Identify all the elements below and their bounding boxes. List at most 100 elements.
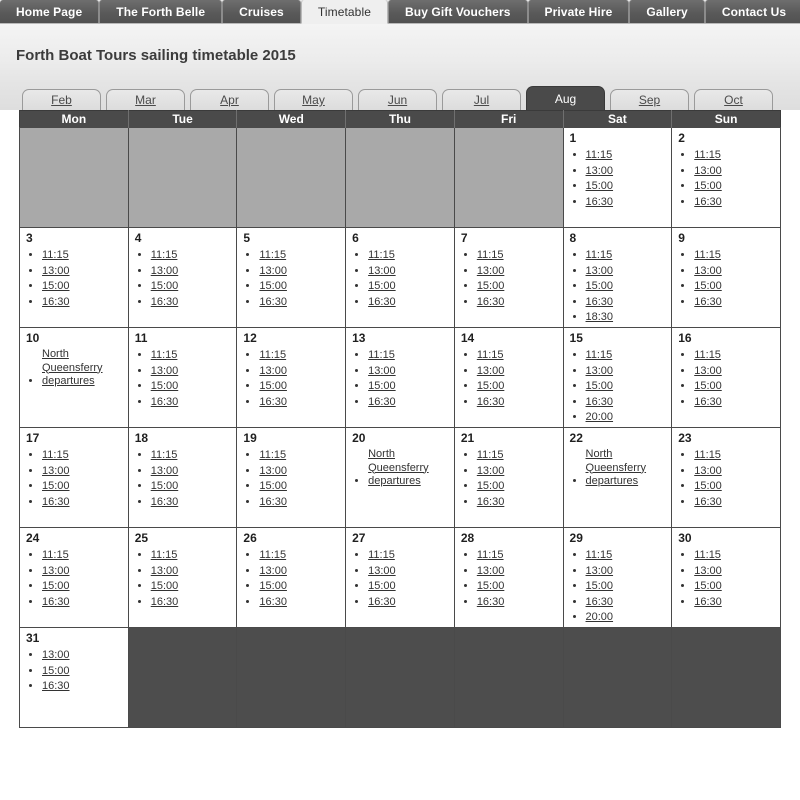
sailing-time-link[interactable]: 11:15: [586, 149, 613, 161]
sailing-time-link[interactable]: 15:00: [259, 280, 287, 292]
sailing-time-link[interactable]: 11:15: [477, 349, 504, 361]
sailing-time-link[interactable]: 11:15: [694, 149, 721, 161]
sailing-time-link[interactable]: 13:00: [42, 465, 70, 477]
sailing-time-link[interactable]: 11:15: [259, 549, 286, 561]
sailing-time-link[interactable]: 11:15: [42, 549, 69, 561]
sailing-time-link[interactable]: 13:00: [694, 465, 722, 477]
sailing-time-link[interactable]: 16:30: [42, 296, 70, 308]
sailing-time-link[interactable]: 13:00: [694, 165, 722, 177]
sailing-time-link[interactable]: 16:30: [694, 396, 722, 408]
sailing-time-link[interactable]: 11:15: [694, 349, 721, 361]
sailing-time-link[interactable]: 18:30: [586, 311, 614, 323]
sailing-time-link[interactable]: 11:15: [151, 449, 178, 461]
nav-item-gallery[interactable]: Gallery: [629, 0, 705, 23]
sailing-time-link[interactable]: 15:00: [694, 380, 722, 392]
sailing-time-link[interactable]: 16:30: [259, 296, 287, 308]
sailing-time-link[interactable]: 11:15: [694, 449, 721, 461]
sailing-time-link[interactable]: 13:00: [586, 165, 614, 177]
sailing-time-link[interactable]: 16:30: [368, 296, 396, 308]
sailing-time-link[interactable]: 11:15: [151, 549, 178, 561]
sailing-time-link[interactable]: 13:00: [586, 365, 614, 377]
month-tab-jun[interactable]: Jun: [358, 89, 437, 110]
sailing-time-link[interactable]: 15:00: [42, 580, 70, 592]
sailing-time-link[interactable]: 16:30: [368, 596, 396, 608]
sailing-time-link[interactable]: 13:00: [259, 265, 287, 277]
sailing-time-link[interactable]: 11:15: [586, 349, 613, 361]
sailing-time-link[interactable]: 15:00: [586, 280, 614, 292]
sailing-time-link[interactable]: 15:00: [694, 280, 722, 292]
sailing-time-link[interactable]: 16:30: [694, 496, 722, 508]
sailing-time-link[interactable]: 16:30: [42, 596, 70, 608]
sailing-time-link[interactable]: 13:00: [42, 649, 70, 661]
sailing-time-link[interactable]: 15:00: [42, 480, 70, 492]
sailing-time-link[interactable]: 16:30: [694, 296, 722, 308]
sailing-time-link[interactable]: 13:00: [42, 565, 70, 577]
sailing-time-link[interactable]: 16:30: [42, 496, 70, 508]
sailing-time-link[interactable]: 11:15: [477, 249, 504, 261]
nav-item-buy-gift-vouchers[interactable]: Buy Gift Vouchers: [388, 0, 528, 23]
sailing-time-link[interactable]: 16:30: [151, 396, 179, 408]
sailing-time-link[interactable]: 11:15: [42, 249, 69, 261]
nav-item-the-forth-belle[interactable]: The Forth Belle: [99, 0, 223, 23]
sailing-time-link[interactable]: 13:00: [42, 265, 70, 277]
sailing-time-link[interactable]: 13:00: [151, 265, 179, 277]
sailing-time-link[interactable]: 16:30: [586, 596, 614, 608]
sailing-time-link[interactable]: 16:30: [477, 496, 505, 508]
sailing-time-link[interactable]: 16:30: [477, 596, 505, 608]
sailing-time-link[interactable]: 13:00: [368, 365, 396, 377]
sailing-time-link[interactable]: 16:30: [694, 196, 722, 208]
sailing-time-link[interactable]: 15:00: [259, 580, 287, 592]
sailing-time-link[interactable]: 13:00: [477, 465, 505, 477]
north-queensferry-departures-link[interactable]: North Queensferry departures: [586, 448, 658, 489]
sailing-time-link[interactable]: 16:30: [259, 596, 287, 608]
sailing-time-link[interactable]: 13:00: [259, 465, 287, 477]
sailing-time-link[interactable]: 15:00: [694, 180, 722, 192]
sailing-time-link[interactable]: 11:15: [368, 249, 395, 261]
sailing-time-link[interactable]: 15:00: [259, 380, 287, 392]
sailing-time-link[interactable]: 13:00: [586, 265, 614, 277]
month-tab-aug[interactable]: Aug: [526, 86, 605, 110]
sailing-time-link[interactable]: 13:00: [151, 565, 179, 577]
nav-item-home-page[interactable]: Home Page: [0, 0, 100, 23]
sailing-time-link[interactable]: 20:00: [586, 611, 614, 623]
sailing-time-link[interactable]: 20:00: [586, 411, 614, 423]
sailing-time-link[interactable]: 13:00: [151, 365, 179, 377]
sailing-time-link[interactable]: 15:00: [586, 180, 614, 192]
sailing-time-link[interactable]: 11:15: [586, 549, 613, 561]
sailing-time-link[interactable]: 15:00: [477, 280, 505, 292]
month-tab-feb[interactable]: Feb: [22, 89, 101, 110]
sailing-time-link[interactable]: 16:30: [586, 296, 614, 308]
nav-item-timetable[interactable]: Timetable: [300, 0, 388, 24]
sailing-time-link[interactable]: 15:00: [42, 665, 70, 677]
sailing-time-link[interactable]: 15:00: [586, 380, 614, 392]
sailing-time-link[interactable]: 11:15: [368, 349, 395, 361]
sailing-time-link[interactable]: 15:00: [259, 480, 287, 492]
sailing-time-link[interactable]: 15:00: [368, 280, 396, 292]
sailing-time-link[interactable]: 15:00: [42, 280, 70, 292]
sailing-time-link[interactable]: 13:00: [259, 565, 287, 577]
sailing-time-link[interactable]: 15:00: [477, 580, 505, 592]
sailing-time-link[interactable]: 11:15: [586, 249, 613, 261]
sailing-time-link[interactable]: 16:30: [477, 296, 505, 308]
sailing-time-link[interactable]: 16:30: [151, 496, 179, 508]
sailing-time-link[interactable]: 13:00: [586, 565, 614, 577]
nav-item-private-hire[interactable]: Private Hire: [527, 0, 630, 23]
month-tab-mar[interactable]: Mar: [106, 89, 185, 110]
sailing-time-link[interactable]: 16:30: [586, 196, 614, 208]
sailing-time-link[interactable]: 16:30: [368, 396, 396, 408]
sailing-time-link[interactable]: 16:30: [259, 496, 287, 508]
sailing-time-link[interactable]: 13:00: [694, 265, 722, 277]
sailing-time-link[interactable]: 16:30: [151, 596, 179, 608]
month-tab-may[interactable]: May: [274, 89, 353, 110]
sailing-time-link[interactable]: 11:15: [694, 249, 721, 261]
sailing-time-link[interactable]: 11:15: [259, 449, 286, 461]
nav-item-contact-us[interactable]: Contact Us: [704, 0, 800, 23]
month-tab-apr[interactable]: Apr: [190, 89, 269, 110]
sailing-time-link[interactable]: 13:00: [151, 465, 179, 477]
sailing-time-link[interactable]: 11:15: [259, 349, 286, 361]
sailing-time-link[interactable]: 16:30: [151, 296, 179, 308]
sailing-time-link[interactable]: 13:00: [477, 265, 505, 277]
sailing-time-link[interactable]: 16:30: [694, 596, 722, 608]
sailing-time-link[interactable]: 11:15: [151, 349, 178, 361]
sailing-time-link[interactable]: 13:00: [694, 365, 722, 377]
